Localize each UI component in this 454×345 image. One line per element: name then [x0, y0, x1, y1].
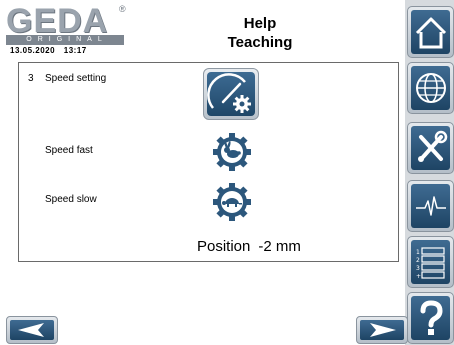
list-number-2: 2: [416, 257, 420, 264]
position-readout: Position -2 mm: [197, 238, 309, 255]
time-text: 13:17: [63, 46, 87, 55]
arrow-right-icon: [370, 323, 396, 337]
speed-setting-button[interactable]: [203, 68, 259, 120]
settings-button[interactable]: [407, 122, 454, 174]
help-icon: [420, 300, 443, 335]
program-list-button[interactable]: 1 2 3 +: [407, 236, 454, 288]
right-sidebar: 1 2 3 +: [405, 0, 454, 345]
speed-setting-label: Speed setting: [45, 73, 107, 84]
datetime: 13.05.2020 13:17: [10, 46, 93, 55]
help-content-panel: 3 Speed setting Speed fast Speed slow Po…: [18, 62, 399, 262]
turtle-gear-icon: [209, 182, 255, 222]
next-page-button[interactable]: [356, 316, 408, 344]
position-label: Position: [197, 238, 251, 255]
list-icon: 1 2 3 +: [416, 247, 445, 280]
home-icon: [415, 17, 446, 49]
arrow-left-icon: [18, 323, 44, 337]
speed-fast-label: Speed fast: [45, 145, 93, 156]
title-line-1: Help: [243, 15, 277, 32]
speedometer-gear-icon: [207, 72, 255, 116]
title-line-2: Teaching: [227, 34, 293, 51]
position-value: -2 mm: [258, 238, 301, 255]
list-number-1: 1: [416, 249, 420, 256]
previous-page-button[interactable]: [6, 316, 58, 344]
step-number: 3: [28, 73, 34, 84]
home-button[interactable]: [407, 6, 454, 58]
help-button[interactable]: [407, 292, 454, 344]
list-number-3: 3: [416, 265, 420, 272]
language-button[interactable]: [407, 62, 454, 114]
registered-mark: ®: [119, 4, 126, 14]
logo-original-strip: ORIGINAL: [6, 35, 124, 45]
date-text: 13.05.2020: [10, 46, 56, 55]
tools-icon: [417, 130, 447, 162]
page-title: Help Teaching: [160, 14, 360, 52]
globe-icon: [415, 73, 446, 103]
logo-text: GEDA: [6, 2, 109, 40]
diagnostics-button[interactable]: [407, 180, 454, 232]
pulse-icon: [415, 196, 446, 216]
geda-logo: GEDA ® ORIGINAL: [6, 2, 126, 48]
rabbit-gear-icon: [209, 132, 255, 172]
list-number-plus: +: [416, 273, 421, 280]
speed-slow-label: Speed slow: [45, 194, 97, 205]
